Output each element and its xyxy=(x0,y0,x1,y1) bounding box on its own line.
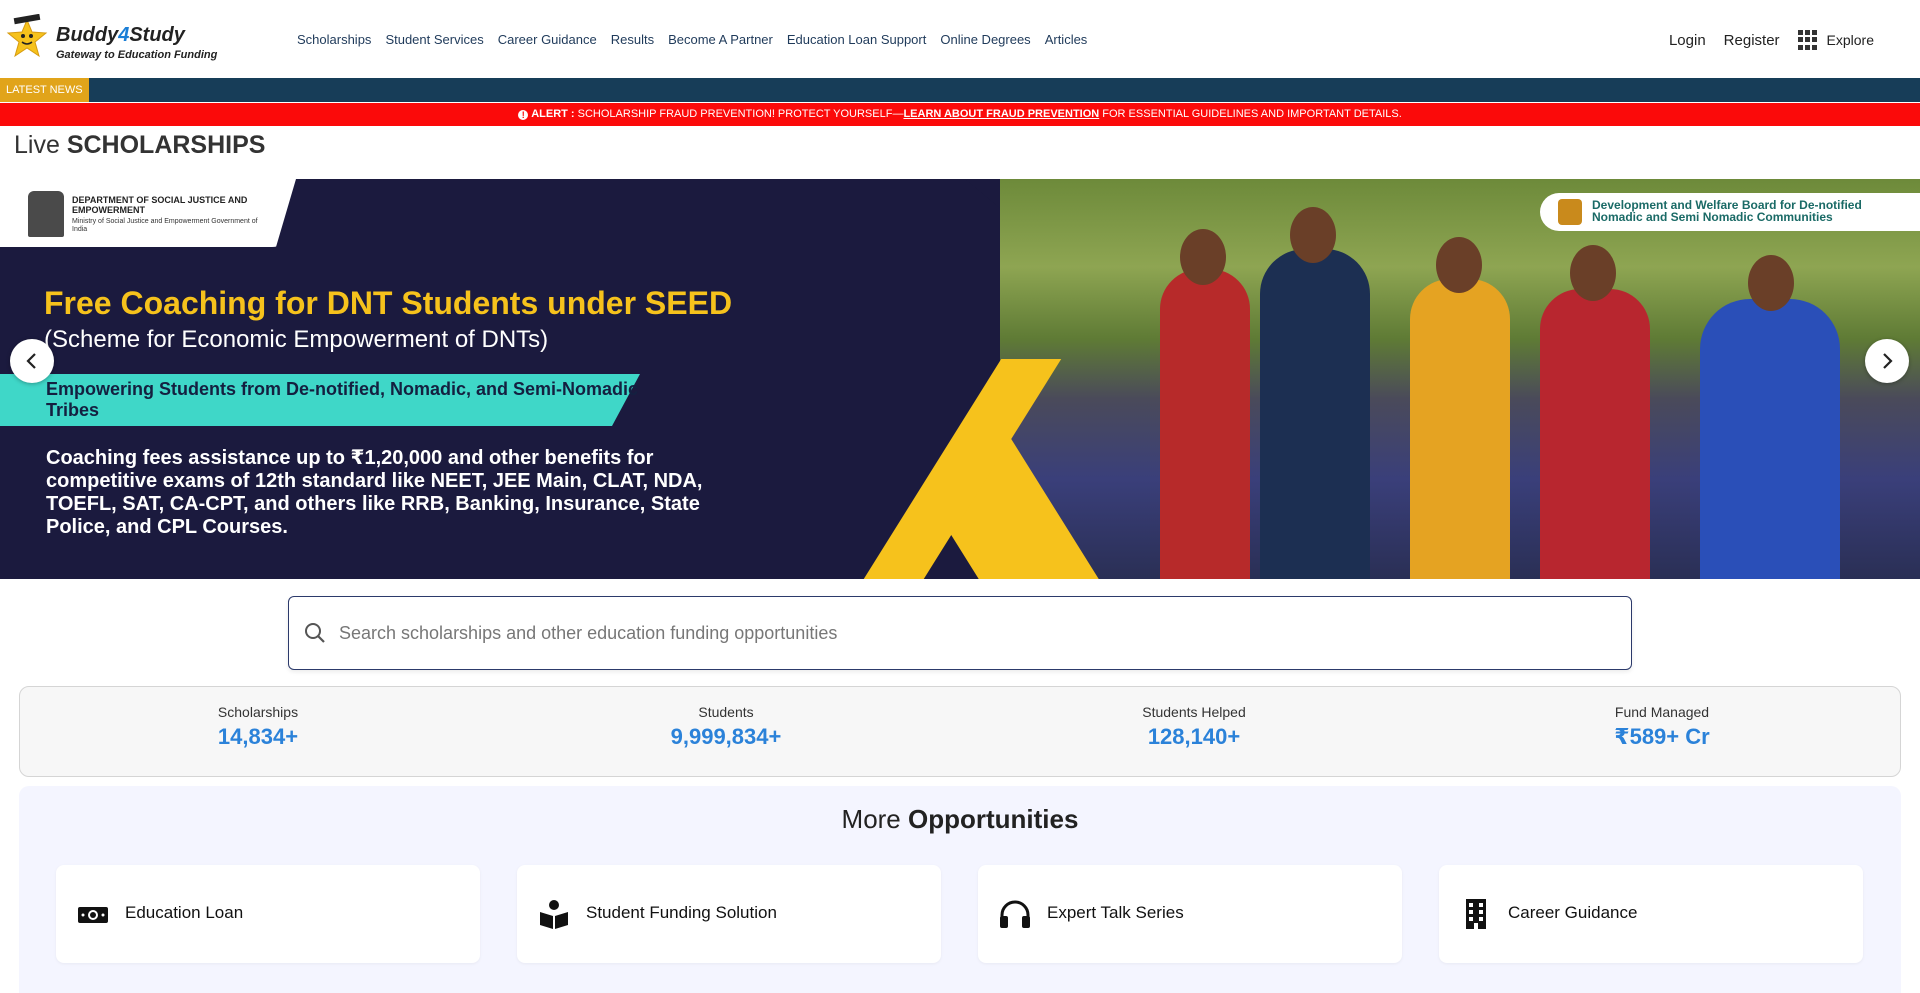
stat-value: 14,834+ xyxy=(217,724,299,749)
board-emblem-icon xyxy=(1558,199,1582,225)
students-photo xyxy=(1000,179,1920,579)
fraud-prevention-link[interactable]: Learn About Fraud Prevention xyxy=(903,108,1099,120)
logo-wordmark: Buddy4Study xyxy=(56,24,185,46)
ministry-badge: DEPARTMENT OF SOCIAL JUSTICE AND EMPOWER… xyxy=(0,179,296,247)
explore-label: Explore xyxy=(1826,32,1874,48)
stat-label: Students Helped xyxy=(1142,704,1246,720)
opportunity-career-guidance[interactable]: Career Guidance xyxy=(1439,865,1863,963)
reader-icon xyxy=(540,900,568,929)
opportunity-label: Student Funding Solution xyxy=(586,903,777,922)
stats-panel: Scholarships 14,834+ Students 9,999,834+… xyxy=(19,686,1901,777)
banner-highlight-text: Empowering Students from De-notified, No… xyxy=(46,379,639,420)
stat-value: 128,140+ xyxy=(1147,724,1241,749)
opportunity-label: Education Loan xyxy=(125,903,244,922)
fraud-alert-bar: ! ALERT : SCHOLARSHIP FRAUD PREVENTION! P… xyxy=(0,103,1920,126)
building-icon xyxy=(1466,899,1486,929)
chevron-right-icon xyxy=(1883,353,1893,369)
nav-scholarships[interactable]: Scholarships xyxy=(297,32,371,47)
banner-title: Free Coaching for DNT Students under SEE… xyxy=(44,285,733,321)
stat-value: ₹589+ Cr xyxy=(1614,724,1710,749)
search-input[interactable] xyxy=(339,597,1609,669)
nav-student-services[interactable]: Student Services xyxy=(385,32,483,47)
alert-suffix: FOR ESSENTIAL GUIDELINES AND IMPORTANT D… xyxy=(1102,108,1402,120)
ministry-subtitle: Ministry of Social Justice and Empowerme… xyxy=(72,218,258,233)
opportunities-title: More Opportunities xyxy=(841,804,1079,834)
stat-students: Students 9,999,834+ xyxy=(576,704,876,750)
banner-body-text: Coaching fees assistance up to ₹1,20,000… xyxy=(46,447,703,538)
carousel-next-button[interactable] xyxy=(1865,339,1909,383)
grid-menu-icon xyxy=(1797,30,1818,50)
search-icon xyxy=(305,623,325,643)
alert-icon: ! xyxy=(518,110,529,120)
opportunity-student-funding-solution[interactable]: Student Funding Solution xyxy=(517,865,941,963)
chevron-left-icon xyxy=(26,353,36,369)
alert-prefix: ALERT : xyxy=(531,108,575,120)
more-opportunities-section: More Opportunities Education Loan Studen… xyxy=(19,786,1901,993)
money-icon xyxy=(78,907,108,923)
nav-education-loan-support[interactable]: Education Loan Support xyxy=(787,32,927,47)
welfare-board-badge: Development and Welfare Board for De-not… xyxy=(1540,193,1920,231)
site-header: Buddy4Study Gateway to Education Funding… xyxy=(0,0,1920,78)
stat-value: 9,999,834+ xyxy=(670,724,782,749)
live-scholarships-title: Live SCHOLARSHIPS xyxy=(14,131,266,159)
nav-articles[interactable]: Articles xyxy=(1045,32,1088,47)
stat-students-helped: Students Helped 128,140+ xyxy=(1044,704,1344,750)
stat-label: Students xyxy=(698,704,754,720)
logo-tagline: Gateway to Education Funding xyxy=(56,49,218,61)
stat-label: Scholarships xyxy=(217,704,299,720)
carousel-prev-button[interactable] xyxy=(10,339,54,383)
latest-news-tag: LATEST NEWS xyxy=(0,78,89,102)
opportunity-expert-talk-series[interactable]: Expert Talk Series xyxy=(978,865,1402,963)
ministry-name: DEPARTMENT OF SOCIAL JUSTICE AND EMPOWER… xyxy=(72,195,248,215)
stat-scholarships: Scholarships 14,834+ xyxy=(108,704,408,750)
register-link[interactable]: Register xyxy=(1724,32,1780,49)
mascot-star-icon xyxy=(6,14,48,58)
stat-label: Fund Managed xyxy=(1614,704,1710,720)
login-link[interactable]: Login xyxy=(1669,32,1706,49)
auth-links: Login Register Explore xyxy=(1669,30,1874,50)
opportunity-label: Career Guidance xyxy=(1508,903,1638,922)
explore-button[interactable]: Explore xyxy=(1797,30,1874,50)
main-nav: Scholarships Student Services Career Gui… xyxy=(297,32,1087,47)
headphones-icon xyxy=(1000,900,1030,928)
hero-banner[interactable]: DEPARTMENT OF SOCIAL JUSTICE AND EMPOWER… xyxy=(0,179,1920,579)
buddy4study-logo[interactable]: Buddy4Study Gateway to Education Funding xyxy=(4,14,217,64)
stat-fund-managed: Fund Managed ₹589+ Cr xyxy=(1512,704,1812,750)
alert-text: SCHOLARSHIP FRAUD PREVENTION! PROTECT YO… xyxy=(577,108,904,120)
latest-news-bar: LATEST NEWS xyxy=(0,78,1920,102)
nav-online-degrees[interactable]: Online Degrees xyxy=(940,32,1030,47)
welfare-board-name: Development and Welfare Board for De-not… xyxy=(1592,198,1862,224)
scholarship-search-box xyxy=(288,596,1632,670)
banner-subtitle: (Scheme for Economic Empowerment of DNTs… xyxy=(44,326,549,353)
nav-career-guidance[interactable]: Career Guidance xyxy=(498,32,597,47)
opportunity-label: Expert Talk Series xyxy=(1047,903,1184,922)
opportunity-education-loan[interactable]: Education Loan xyxy=(56,865,480,963)
national-emblem-icon xyxy=(28,191,64,237)
nav-results[interactable]: Results xyxy=(611,32,654,47)
nav-become-a-partner[interactable]: Become A Partner xyxy=(668,32,773,47)
